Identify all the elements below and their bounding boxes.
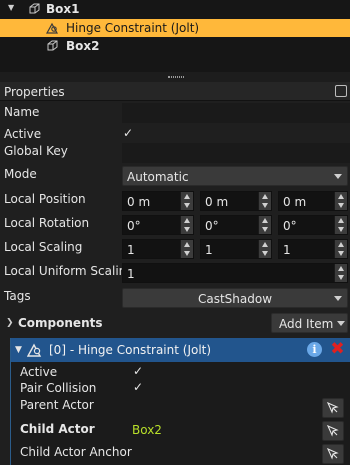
spinner-icon[interactable]: [258, 240, 271, 258]
add-item-label: Add Item: [279, 317, 334, 331]
tree-item-hinge-constraint[interactable]: Hinge Constraint (Jolt): [0, 19, 350, 37]
components-section-header[interactable]: ❯ Components Add Item: [0, 312, 350, 334]
spinner-icon[interactable]: [258, 216, 271, 234]
global-key-label: Global Key: [4, 144, 68, 158]
chevron-down-icon: [334, 296, 342, 301]
local-rotation-x-value: 0°: [127, 219, 141, 233]
local-uniform-scaling-label: Local Uniform Scaling: [4, 264, 134, 278]
local-position-x[interactable]: 0 m: [122, 191, 194, 211]
mode-dropdown[interactable]: Automatic: [122, 166, 348, 186]
pick-object-icon: [327, 448, 339, 460]
box-object-icon: [47, 40, 58, 51]
properties-header: Properties: [0, 82, 350, 101]
tree-item-label: Hinge Constraint (Jolt): [66, 21, 200, 35]
local-scaling-x[interactable]: 1: [122, 239, 194, 259]
local-scaling-x-value: 1: [127, 243, 135, 257]
local-rotation-y[interactable]: 0°: [200, 215, 272, 235]
local-rotation-y-value: 0°: [205, 219, 219, 233]
local-uniform-scaling-value: 1: [127, 267, 135, 281]
pick-object-icon: [327, 402, 339, 414]
active-row: [122, 126, 350, 142]
name-label: Name: [4, 105, 40, 119]
components-title: Components: [18, 316, 103, 330]
constraint-icon: [46, 22, 59, 34]
local-position-z[interactable]: 0 m: [278, 191, 348, 211]
local-rotation-label: Local Rotation: [4, 216, 90, 230]
pair-collision-label: Pair Collision: [20, 381, 97, 395]
tree-item-label: Box1: [46, 2, 80, 16]
chevron-down-icon: [337, 321, 345, 326]
add-item-button[interactable]: Add Item: [271, 313, 348, 333]
tags-label: Tags: [4, 289, 31, 303]
tree-item-box1[interactable]: ▼ Box1: [0, 0, 350, 18]
properties-panel: Properties Name Active ✓ Global Key Mode…: [0, 82, 350, 465]
collapse-arrow-icon[interactable]: ❯: [6, 318, 14, 328]
local-position-y-value: 0 m: [205, 195, 229, 209]
scene-tree: ▼ Box1 Hinge Constraint (Jolt) Box2: [0, 0, 350, 72]
global-key-field[interactable]: [122, 143, 350, 163]
name-field[interactable]: [122, 103, 350, 123]
local-position-z-value: 0 m: [283, 195, 307, 209]
child-actor-pick-button[interactable]: [322, 421, 344, 441]
spinner-icon[interactable]: [334, 240, 347, 258]
active-label: Active: [4, 127, 42, 141]
panel-title: Properties: [4, 85, 65, 99]
pick-object-icon: [327, 425, 339, 437]
panel-splitter[interactable]: [0, 72, 350, 82]
constraint-icon: [27, 343, 42, 357]
tree-item-label: Box2: [66, 39, 100, 53]
tags-value: CastShadow: [197, 292, 273, 306]
expand-arrow-icon[interactable]: ▼: [8, 3, 14, 12]
component-active-checkbox[interactable]: ✓: [133, 364, 143, 378]
tags-dropdown[interactable]: CastShadow: [122, 288, 348, 308]
child-actor-anchor-label: Child Actor Anchor: [20, 445, 132, 459]
delete-icon[interactable]: ✖: [329, 340, 346, 359]
child-actor-anchor-pick-button[interactable]: [322, 444, 344, 464]
local-scaling-z[interactable]: 1: [278, 239, 348, 259]
child-actor-value[interactable]: Box2: [132, 423, 162, 437]
component-hinge-constraint: ▼ [0] - Hinge Constraint (Jolt) i ✖ Acti…: [10, 338, 350, 465]
splitter-grip-icon[interactable]: [168, 76, 184, 78]
local-uniform-scaling-field[interactable]: 1: [122, 263, 348, 283]
local-rotation-x[interactable]: 0°: [122, 215, 194, 235]
local-position-x-value: 0 m: [127, 195, 151, 209]
local-scaling-z-value: 1: [283, 243, 291, 257]
spinner-icon[interactable]: [334, 192, 347, 210]
panel-options-icon[interactable]: [335, 85, 347, 97]
pair-collision-checkbox[interactable]: ✓: [133, 380, 143, 394]
spinner-icon[interactable]: [180, 240, 193, 258]
component-active-label: Active: [20, 365, 58, 379]
box-object-icon: [29, 3, 40, 14]
spinner-icon[interactable]: [258, 192, 271, 210]
mode-value: Automatic: [127, 170, 189, 184]
local-scaling-y[interactable]: 1: [200, 239, 272, 259]
child-actor-label: Child Actor: [20, 422, 95, 436]
active-checkbox[interactable]: ✓: [123, 126, 133, 140]
parent-actor-pick-button[interactable]: [322, 398, 344, 418]
component-title: [0] - Hinge Constraint (Jolt): [49, 343, 212, 357]
component-header[interactable]: ▼ [0] - Hinge Constraint (Jolt) i ✖: [11, 338, 350, 362]
spinner-icon[interactable]: [180, 216, 193, 234]
local-rotation-z-value: 0°: [283, 219, 297, 233]
spinner-icon[interactable]: [180, 192, 193, 210]
chevron-down-icon: [334, 174, 342, 179]
spinner-icon[interactable]: [334, 264, 347, 282]
parent-actor-label: Parent Actor: [20, 398, 94, 412]
local-scaling-y-value: 1: [205, 243, 213, 257]
tree-item-box2[interactable]: Box2: [0, 37, 350, 55]
local-position-y[interactable]: 0 m: [200, 191, 272, 211]
spinner-icon[interactable]: [334, 216, 347, 234]
local-rotation-z[interactable]: 0°: [278, 215, 348, 235]
collapse-arrow-icon[interactable]: ▼: [15, 345, 22, 355]
info-icon[interactable]: i: [307, 342, 322, 357]
local-position-label: Local Position: [4, 192, 86, 206]
local-scaling-label: Local Scaling: [4, 240, 83, 254]
mode-label: Mode: [4, 167, 37, 181]
